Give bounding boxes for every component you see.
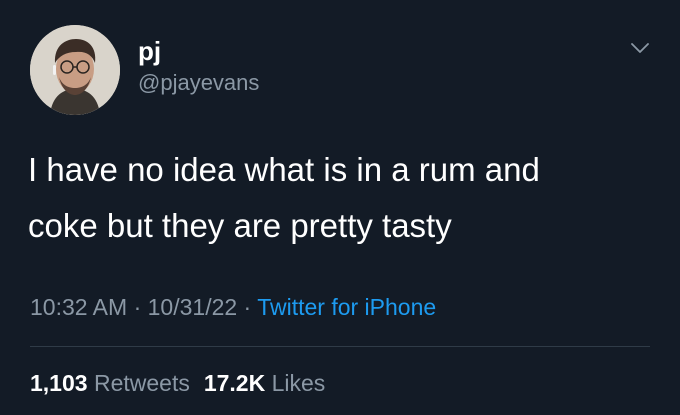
display-name[interactable]: pj	[138, 36, 161, 66]
avatar-image	[30, 25, 120, 115]
tweet-card: pj @pjayevans I have no idea what is in …	[0, 0, 680, 415]
tweet-stats: 1,103 Retweets 17.2K Likes	[30, 368, 325, 398]
tweet-text-line: I have no idea what is in a rum and	[28, 151, 540, 188]
retweets-label: Retweets	[93, 370, 190, 396]
retweets-count: 1,103	[30, 370, 88, 396]
tweet-time[interactable]: 10:32 AM	[30, 294, 127, 320]
tweet-meta: 10:32 AM · 10/31/22 · Twitter for iPhone	[30, 292, 436, 322]
meta-separator: ·	[127, 294, 148, 320]
likes-label: Likes	[271, 370, 326, 396]
avatar[interactable]	[30, 25, 120, 115]
tweet-text: I have no idea what is in a rum and coke…	[28, 142, 648, 254]
meta-separator: ·	[237, 294, 258, 320]
user-handle[interactable]: @pjayevans	[138, 70, 259, 96]
divider	[30, 346, 650, 347]
retweets-stat[interactable]: 1,103 Retweets	[30, 370, 190, 396]
likes-stat[interactable]: 17.2K Likes	[204, 370, 325, 396]
tweet-text-line: coke but they are pretty tasty	[28, 207, 452, 244]
chevron-down-icon[interactable]	[628, 36, 652, 60]
tweet-source-link[interactable]: Twitter for iPhone	[257, 294, 436, 320]
likes-count: 17.2K	[203, 370, 266, 396]
tweet-date[interactable]: 10/31/22	[148, 294, 238, 320]
